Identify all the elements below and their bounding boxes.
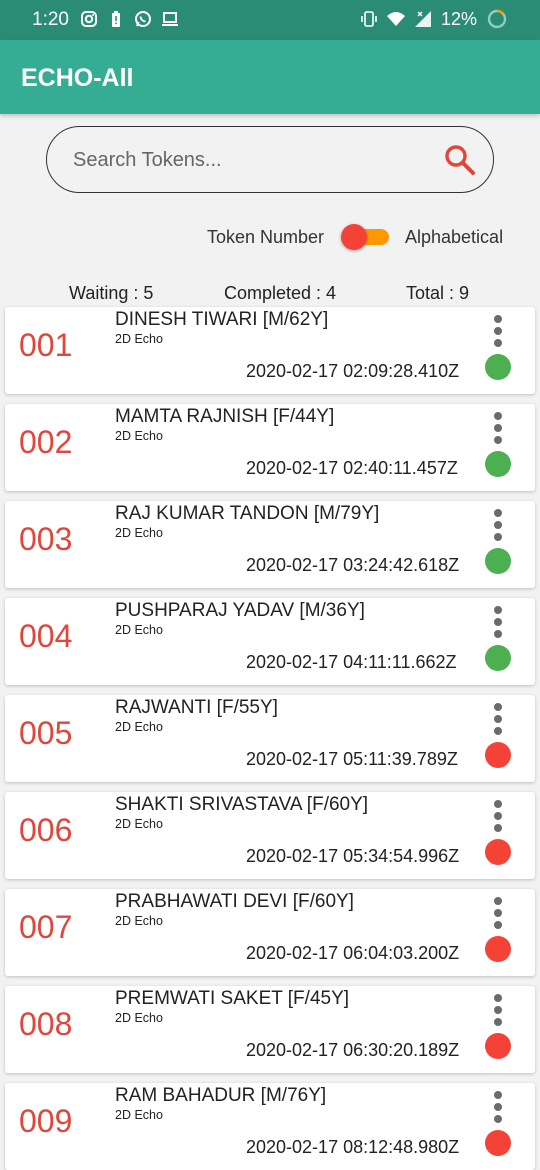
- app-bar: ECHO-All: [0, 40, 540, 114]
- patient-name: PRABHAWATI DEVI [F/60Y]: [115, 891, 354, 912]
- token-number: 004: [19, 618, 73, 654]
- status-indicator: [485, 451, 511, 477]
- token-number: 001: [19, 327, 73, 363]
- laptop-icon: [162, 12, 178, 26]
- more-options-icon[interactable]: [489, 509, 507, 541]
- token-timestamp: 2020-02-17 08:12:48.980Z: [246, 1137, 460, 1157]
- wifi-icon: [386, 12, 405, 26]
- token-number: 007: [19, 909, 73, 945]
- more-options-icon[interactable]: [489, 994, 507, 1026]
- status-bar: 1:20 12%: [0, 0, 540, 40]
- battery-percent: 12%: [440, 8, 477, 29]
- instagram-icon: [81, 11, 97, 27]
- token-timestamp: 2020-02-17 03:24:42.618Z: [246, 555, 460, 575]
- test-type: 2D Echo: [115, 332, 163, 346]
- search-box: [46, 126, 494, 193]
- test-type: 2D Echo: [115, 526, 163, 540]
- patient-name: SHAKTI SRIVASTAVA [F/60Y]: [115, 794, 369, 815]
- token-card[interactable]: 004 PUSHPARAJ YADAV [M/36Y] 2D Echo 2020…: [5, 598, 535, 685]
- test-type: 2D Echo: [115, 720, 163, 734]
- token-card[interactable]: 008 PREMWATI SAKET [F/45Y] 2D Echo 2020-…: [5, 986, 535, 1073]
- token-timestamp: 2020-02-17 05:34:54.996Z: [246, 846, 460, 866]
- token-timestamp: 2020-02-17 06:04:03.200Z: [246, 943, 460, 963]
- patient-name: PUSHPARAJ YADAV [M/36Y]: [115, 600, 365, 621]
- status-indicator: [485, 1130, 511, 1156]
- token-card[interactable]: 003 RAJ KUMAR TANDON [M/79Y] 2D Echo 202…: [5, 501, 535, 588]
- sort-toggle-switch[interactable]: [341, 224, 389, 250]
- token-number: 003: [19, 521, 73, 557]
- more-options-icon[interactable]: [489, 703, 507, 735]
- more-options-icon[interactable]: [489, 1091, 507, 1123]
- status-indicator: [485, 1033, 511, 1059]
- patient-name: RAJ KUMAR TANDON [M/79Y]: [115, 503, 380, 524]
- test-type: 2D Echo: [115, 623, 163, 637]
- token-timestamp: 2020-02-17 02:40:11.457Z: [246, 458, 458, 478]
- token-counts: Waiting : 5 Completed : 4 Total : 9: [0, 283, 540, 305]
- status-indicator: [485, 354, 511, 380]
- test-type: 2D Echo: [115, 914, 163, 928]
- status-indicator: [485, 645, 511, 671]
- status-indicator: [485, 839, 511, 865]
- status-indicator: [485, 936, 511, 962]
- more-options-icon[interactable]: [489, 800, 507, 832]
- whatsapp-icon: [135, 11, 151, 27]
- sort-toggle-row: Token Number Alphabetical: [0, 224, 540, 251]
- notification-icons: [80, 10, 179, 28]
- patient-name: RAJWANTI [F/55Y]: [115, 697, 278, 718]
- token-timestamp: 2020-02-17 06:30:20.189Z: [246, 1040, 460, 1060]
- token-timestamp: 2020-02-17 04:11:11.662Z: [246, 652, 457, 672]
- token-card[interactable]: 009 RAM BAHADUR [M/76Y] 2D Echo 2020-02-…: [5, 1083, 535, 1170]
- waiting-count: Waiting : 5: [69, 283, 154, 303]
- token-card[interactable]: 001 DINESH TIWARI [M/62Y] 2D Echo 2020-0…: [5, 307, 535, 394]
- token-card[interactable]: 006 SHAKTI SRIVASTAVA [F/60Y] 2D Echo 20…: [5, 792, 535, 879]
- search-icon[interactable]: [443, 143, 477, 177]
- more-options-icon[interactable]: [489, 315, 507, 347]
- test-type: 2D Echo: [115, 1108, 163, 1122]
- patient-name: PREMWATI SAKET [F/45Y]: [115, 988, 350, 1009]
- token-card[interactable]: 005 RAJWANTI [F/55Y] 2D Echo 2020-02-17 …: [5, 695, 535, 782]
- test-type: 2D Echo: [115, 1011, 163, 1025]
- app-title: ECHO-All: [21, 64, 134, 92]
- token-timestamp: 2020-02-17 05:11:39.789Z: [246, 749, 458, 769]
- sort-alphabetical-label: Alphabetical: [405, 227, 504, 247]
- patient-name: DINESH TIWARI [M/62Y]: [115, 309, 329, 330]
- test-type: 2D Echo: [115, 429, 163, 443]
- token-number: 002: [19, 424, 73, 460]
- vibrate-icon: [361, 11, 377, 27]
- total-count: Total : 9: [406, 283, 470, 303]
- system-icons: 12%: [360, 8, 508, 30]
- token-number: 009: [19, 1103, 73, 1139]
- more-options-icon[interactable]: [489, 412, 507, 444]
- token-card[interactable]: 007 PRABHAWATI DEVI [F/60Y] 2D Echo 2020…: [5, 889, 535, 976]
- cellular-signal-icon: [414, 11, 431, 27]
- more-options-icon[interactable]: [489, 606, 507, 638]
- status-indicator: [485, 548, 511, 574]
- sort-token-number-label: Token Number: [207, 227, 325, 247]
- battery-ring-icon: [487, 9, 507, 29]
- status-time: 1:20: [32, 9, 69, 30]
- completed-count: Completed : 4: [224, 283, 337, 303]
- token-timestamp: 2020-02-17 02:09:28.410Z: [246, 361, 460, 381]
- status-indicator: [485, 742, 511, 768]
- toggle-thumb: [341, 224, 367, 250]
- token-number: 006: [19, 812, 73, 848]
- patient-name: RAM BAHADUR [M/76Y]: [115, 1085, 327, 1106]
- token-number: 005: [19, 715, 73, 751]
- battery-alert-icon: [112, 11, 120, 27]
- token-number: 008: [19, 1006, 73, 1042]
- patient-name: MAMTA RAJNISH [F/44Y]: [115, 406, 335, 427]
- test-type: 2D Echo: [115, 817, 163, 831]
- search-input[interactable]: [73, 145, 433, 175]
- token-card[interactable]: 002 MAMTA RAJNISH [F/44Y] 2D Echo 2020-0…: [5, 404, 535, 491]
- more-options-icon[interactable]: [489, 897, 507, 929]
